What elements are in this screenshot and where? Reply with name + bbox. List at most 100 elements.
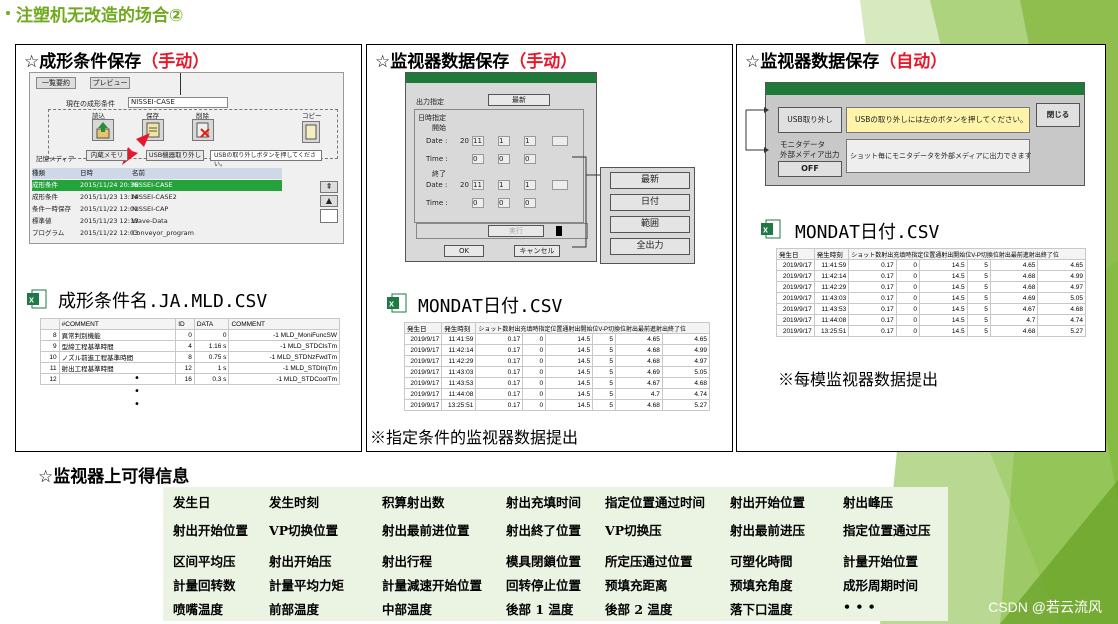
end-hour-field[interactable]: 0 bbox=[472, 198, 484, 208]
copy-button[interactable] bbox=[302, 121, 320, 143]
usb-message: USBの取り外しには左のボタンを押してください。 bbox=[846, 107, 1030, 133]
table-row: 2019/9/17 11:41:59 0.17 0 14.5 5 4.65 4.65 bbox=[403, 333, 711, 345]
table-row: 8 異常判別機能 0 0 -1 MLD_MoniFuncSW bbox=[40, 329, 340, 341]
output-mode-buttons: 最新 日付 範囲 全出力 bbox=[600, 167, 695, 264]
table-row[interactable]: プログラム 2015/11/22 12:03 Conveyor_program bbox=[32, 228, 282, 239]
start-second-field[interactable]: 0 bbox=[524, 154, 536, 164]
menu-summary-button[interactable]: 一覧要約 bbox=[36, 77, 76, 89]
start-day-field[interactable]: 1 bbox=[524, 136, 536, 146]
info-item: 指定位置通过压 bbox=[843, 523, 931, 538]
current-condition-label: 現在の成形条件 bbox=[66, 100, 115, 108]
usb-remove-button[interactable]: USB取り外し bbox=[778, 107, 842, 133]
info-item: 射出峰压 bbox=[843, 495, 894, 510]
table-row: 2019/9/17 13:25:51 0.17 0 14.5 5 4.68 5.27 bbox=[403, 399, 711, 411]
table-row: 発生日 発生時刻 ショット数射出充填時指定位置通射出開始位V-P切換位射出最前進射出… bbox=[776, 248, 1086, 260]
scroll-top-button[interactable]: ⇞ bbox=[320, 181, 338, 193]
shot-output-message: ショット毎にモニタデータを外部メディアに出力できます bbox=[846, 139, 1032, 173]
table-row[interactable]: 条件一時保存 2015/11/22 12:01 NISSEI-CAP bbox=[32, 204, 282, 215]
copy-icon bbox=[305, 124, 317, 140]
table-row: 2019/9/17 11:43:03 0.17 0 14.5 5 4.69 5.05 bbox=[776, 292, 1086, 304]
condition-csv-table: #COMMENT ID DATA COMMENT 8 異常判別機能 0 0 -1 MLD_Mo… bbox=[40, 318, 340, 385]
info-item: 落下口温度 bbox=[730, 602, 793, 617]
table-row: 2019/9/17 11:43:53 0.17 0 14.5 5 4.67 4.68 bbox=[776, 303, 1086, 315]
info-item: 喷嘴温度 bbox=[173, 602, 224, 617]
info-item: 指定位置通过时间 bbox=[605, 495, 706, 510]
load-button[interactable] bbox=[92, 119, 114, 141]
panel-title: ☆监视器数据保存（手动） bbox=[375, 52, 578, 72]
info-item: 計量开始位置 bbox=[843, 554, 919, 569]
table-row: 9 型締工程基準時間 4 1.16 s -1 MLD_STDClsTm bbox=[40, 340, 340, 352]
molding-condition-screen: 一覧要約 プレビュー 現在の成形条件 NISSEI-CASE 読込 保存 削除 … bbox=[29, 72, 344, 244]
start-minute-field[interactable]: 0 bbox=[498, 154, 510, 164]
end-month-field[interactable]: 1 bbox=[498, 180, 510, 190]
end-day-field[interactable]: 1 bbox=[524, 180, 536, 190]
monitor-output-dialog: 出力指定 最新 日時指定 開始 Date : 20 11 1 1 Time : … bbox=[405, 72, 597, 262]
start-year-field[interactable]: 11 bbox=[472, 136, 484, 146]
usb-message: USBの取り外しボタンを押してください。 bbox=[210, 150, 322, 168]
date-mode-button[interactable]: 日付 bbox=[610, 194, 690, 211]
connector-lines bbox=[745, 107, 769, 153]
info-item: 射出最前进压 bbox=[730, 523, 806, 538]
info-item: VP切换压 bbox=[605, 523, 662, 538]
svg-text:x: x bbox=[29, 295, 34, 305]
end-second-field[interactable]: 0 bbox=[524, 198, 536, 208]
table-row[interactable]: 標準値 2015/11/23 12:13 Wave-Data bbox=[32, 216, 282, 227]
delete-button[interactable] bbox=[192, 119, 214, 141]
info-item: 射出开始位置 bbox=[730, 495, 806, 510]
table-row: #COMMENT ID DATA COMMENT bbox=[40, 318, 340, 330]
delete-icon bbox=[196, 122, 210, 138]
preview-button[interactable]: プレビュー bbox=[90, 77, 130, 89]
info-item: 预填充角度 bbox=[730, 578, 793, 593]
monitor-output-toggle[interactable]: OFF bbox=[778, 161, 842, 177]
info-item: 後部 1 温度 bbox=[506, 602, 574, 617]
internal-memory-button[interactable]: 内蔵メモリ bbox=[86, 150, 128, 161]
info-item: 後部 2 温度 bbox=[605, 602, 673, 617]
scroll-up-button[interactable]: ▲ bbox=[320, 195, 338, 207]
note-text: ※指定条件的监视器数据提出 bbox=[370, 428, 579, 447]
execute-button[interactable]: 実行 bbox=[488, 225, 544, 237]
info-item: 发生日 bbox=[173, 495, 211, 510]
cancel-button[interactable]: キャンセル bbox=[514, 245, 560, 257]
info-item: 射出行程 bbox=[382, 554, 433, 569]
table-row: 発生日 発生時刻 ショット数射出充填時指定位置通射出開始位V-P切換位射出最前進射出… bbox=[403, 322, 710, 334]
monitor-info-grid: 发生日 发生时刻 积算射出数 射出充填时间 指定位置通过时间 射出开始位置 射出… bbox=[163, 487, 948, 621]
status-indicator bbox=[556, 226, 562, 236]
bullet-icon bbox=[6, 11, 10, 15]
excel-file-icon: x bbox=[387, 293, 407, 313]
start-calendar-button[interactable] bbox=[552, 136, 568, 146]
info-item: 計量平均力矩 bbox=[269, 578, 345, 593]
current-condition-field[interactable]: NISSEI-CASE bbox=[128, 97, 228, 108]
svg-text:x: x bbox=[389, 299, 394, 309]
close-button[interactable]: 閉じる bbox=[1036, 103, 1080, 127]
table-row: 2019/9/17 11:44:08 0.17 0 14.5 5 4.7 4.74 bbox=[776, 314, 1086, 326]
info-item: 区间平均压 bbox=[173, 554, 236, 569]
all-output-button[interactable]: 全出力 bbox=[610, 238, 690, 255]
table-row: 2019/9/17 11:42:29 0.17 0 14.5 5 4.68 4.97 bbox=[403, 355, 711, 367]
end-year-field[interactable]: 11 bbox=[472, 180, 484, 190]
usb-remove-button[interactable]: USB機器取り外し bbox=[146, 150, 204, 161]
load-icon bbox=[96, 122, 110, 139]
end-calendar-button[interactable] bbox=[552, 180, 568, 190]
ok-button[interactable]: OK bbox=[444, 245, 484, 257]
table-row[interactable]: 成形条件 2015/11/24 20:35 NISSEI-CASE bbox=[32, 180, 282, 191]
file-name-label: MONDAT日付.CSV bbox=[418, 296, 563, 317]
start-month-field[interactable]: 1 bbox=[498, 136, 510, 146]
info-item: 前部温度 bbox=[269, 602, 320, 617]
note-text: ※每模监视器数据提出 bbox=[778, 370, 939, 389]
info-item: 中部温度 bbox=[382, 602, 433, 617]
table-row[interactable]: 成形条件 2015/11/23 13:14 NISSEI-CASE2 bbox=[32, 192, 282, 203]
range-mode-button[interactable]: 範囲 bbox=[610, 216, 690, 233]
info-item: 射出終了位置 bbox=[506, 523, 582, 538]
info-item: 可塑化時間 bbox=[730, 554, 793, 569]
dialog-titlebar bbox=[406, 73, 596, 83]
end-minute-field[interactable]: 0 bbox=[498, 198, 510, 208]
monitor-csv-table: 発生日 発生時刻 ショット数射出充填時指定位置通射出開始位V-P切換位射出最前進射出… bbox=[403, 322, 711, 411]
section-title: ☆监视器上可得信息 bbox=[38, 467, 190, 487]
info-item: 射出开始位置 bbox=[173, 523, 249, 538]
start-hour-field[interactable]: 0 bbox=[472, 154, 484, 164]
table-row: 12 16 0.3 s -1 MLD_STDCoolTm bbox=[40, 373, 340, 385]
latest-button[interactable]: 最新 bbox=[488, 94, 550, 106]
scroll-thumb[interactable] bbox=[320, 209, 338, 223]
latest-mode-button[interactable]: 最新 bbox=[610, 172, 690, 189]
page-title-text: 注塑机无改造的场合② bbox=[16, 5, 184, 26]
